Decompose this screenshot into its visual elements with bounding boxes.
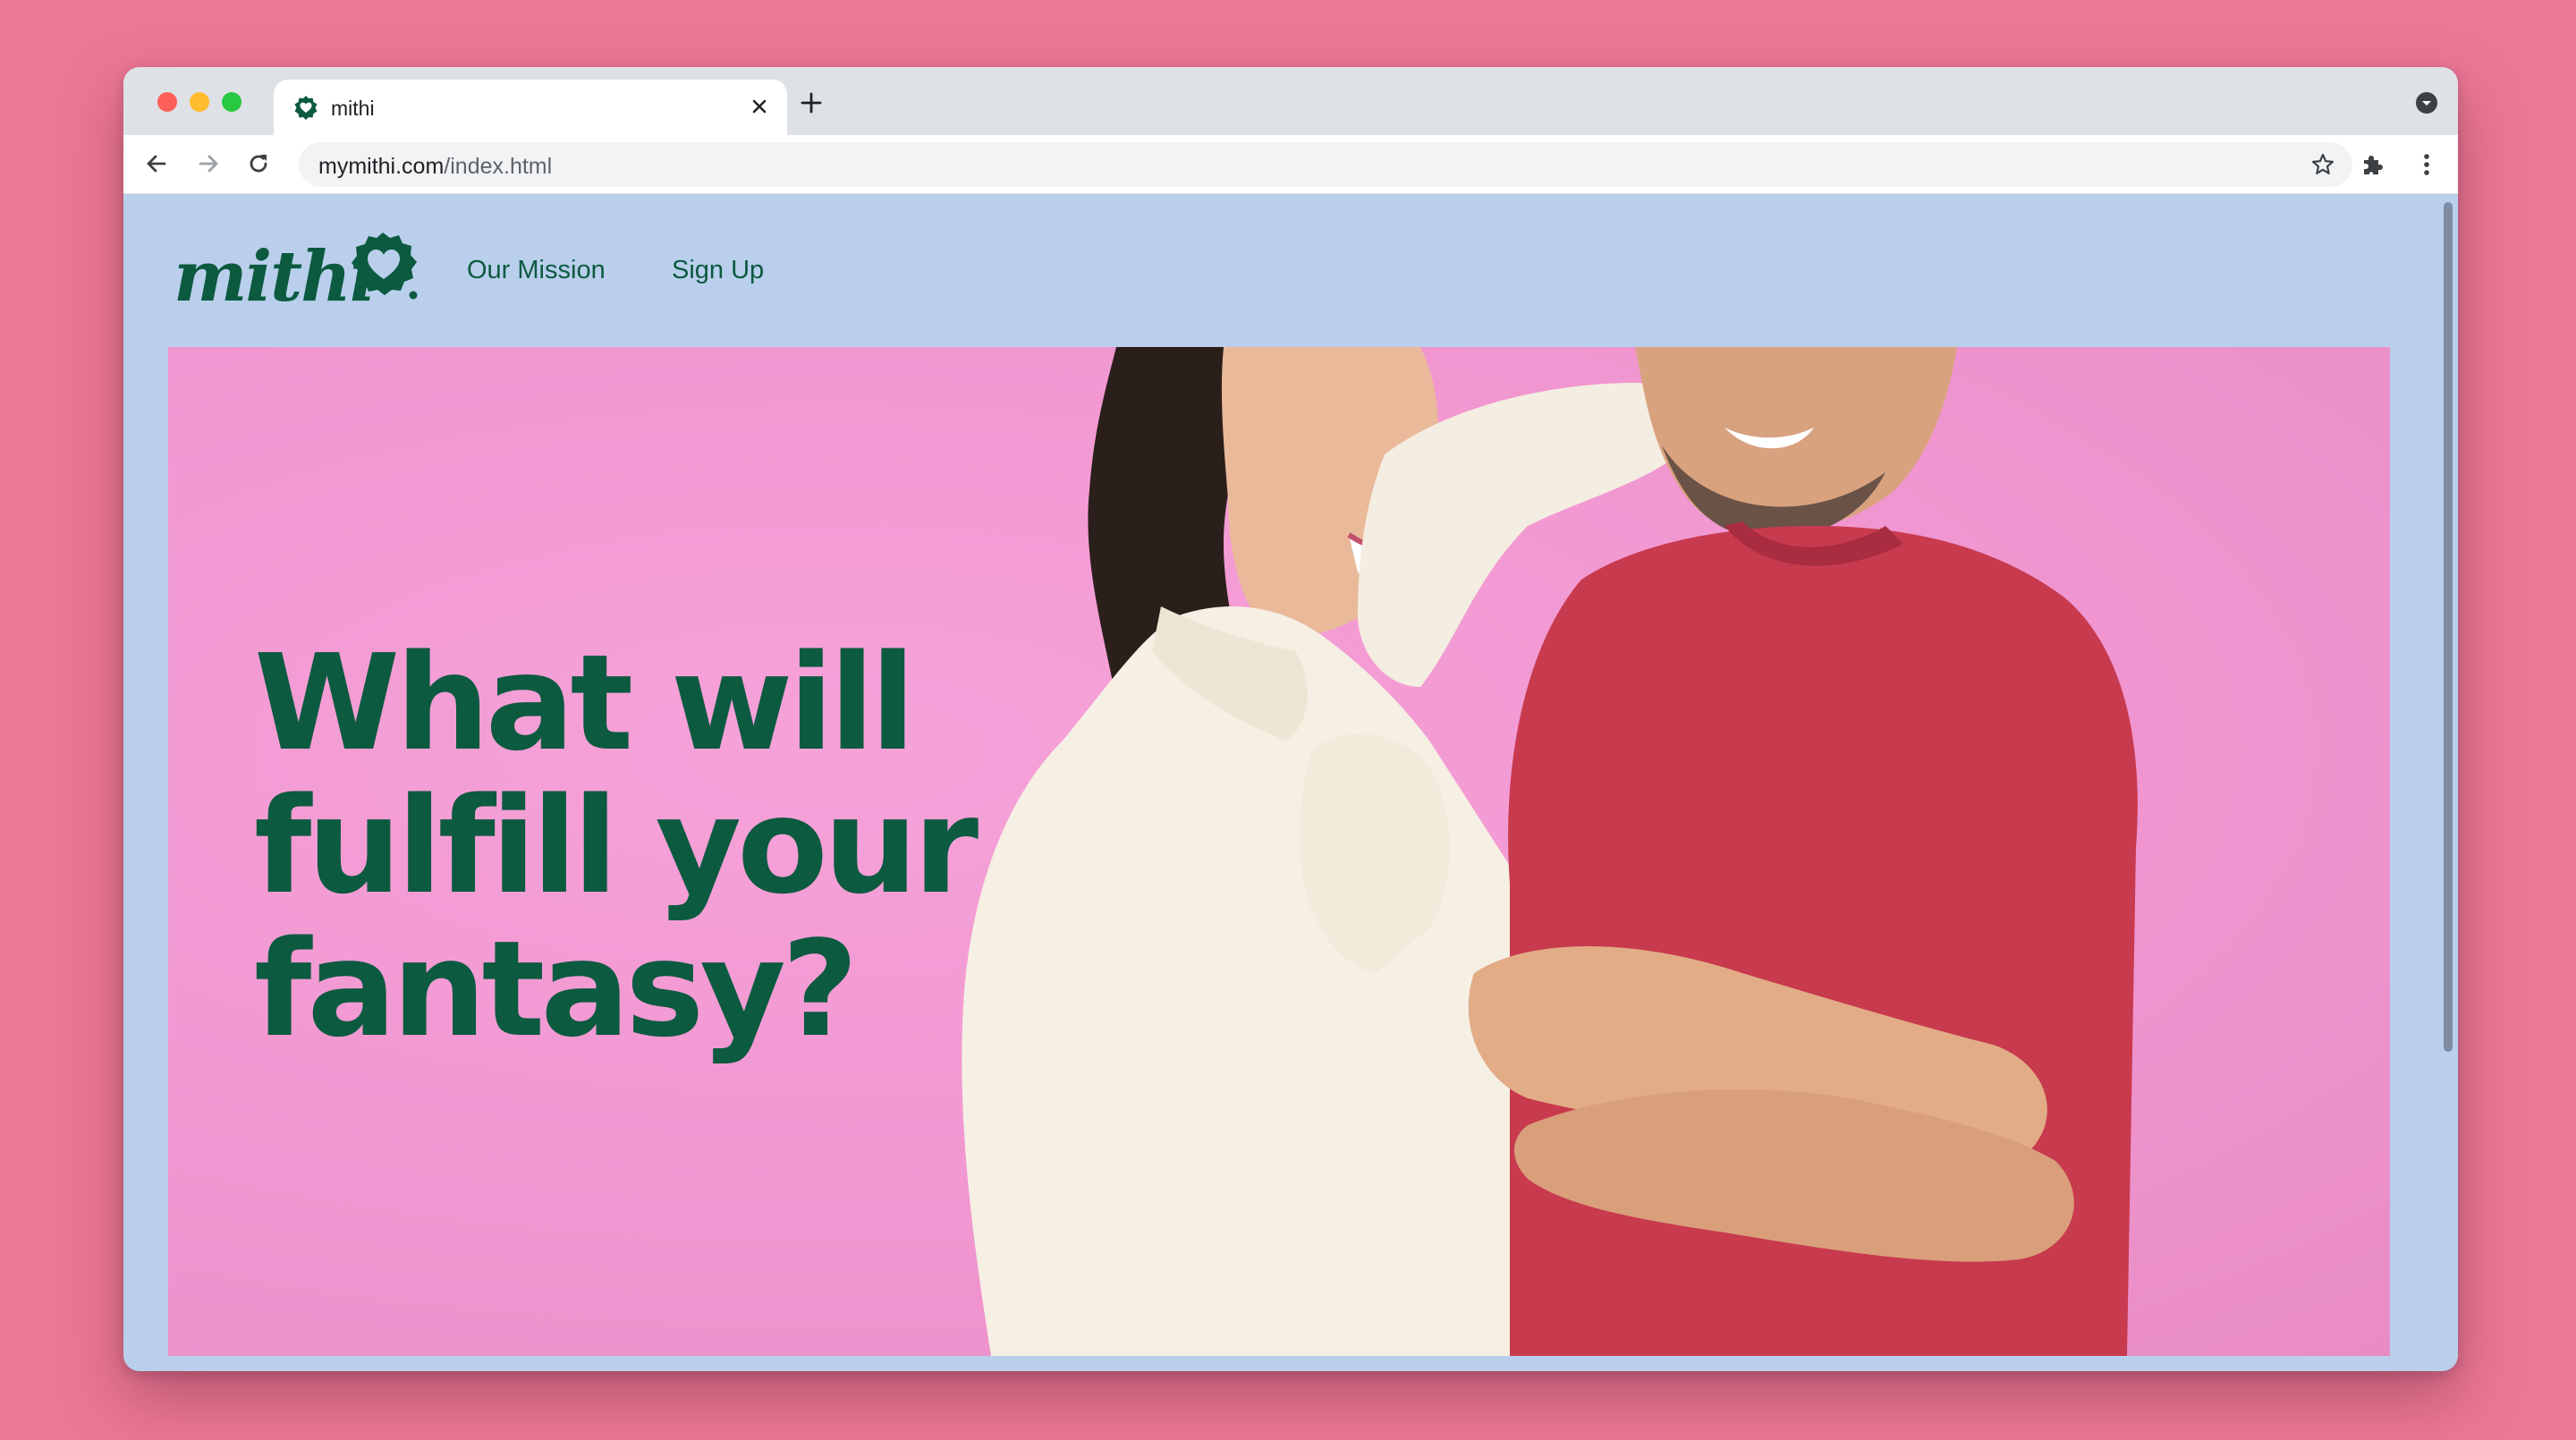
tab-mithi[interactable]: mithi [274, 80, 787, 135]
hero-banner: What will fulfill your fantasy? [168, 347, 2390, 1356]
star-icon[interactable] [2309, 151, 2336, 178]
heart-badge-icon [294, 96, 318, 120]
url-text[interactable]: mymithi.com/index.html [318, 154, 552, 180]
headline-line-1: What will [254, 626, 916, 780]
nav-sign-up[interactable]: Sign Up [672, 256, 764, 285]
site-logo[interactable]: mithi [174, 231, 424, 318]
kebab-menu-icon[interactable] [2411, 149, 2442, 180]
chevron-down-circle-icon[interactable] [2415, 91, 2438, 114]
logo-wordmark: mithi [174, 236, 377, 318]
nav-our-mission[interactable]: Our Mission [467, 256, 606, 285]
page-viewport: mithi Our Mission Sign Up What will fulf… [123, 195, 2458, 1371]
reload-icon[interactable] [243, 148, 274, 179]
headline-line-3: fantasy? [254, 912, 859, 1066]
headline-line-2: fulfill your [254, 769, 979, 923]
tab-title: mithi [331, 97, 375, 120]
minimize-window-button[interactable] [190, 92, 209, 112]
tab-strip: mithi [123, 67, 2458, 135]
zoom-window-button[interactable] [222, 92, 242, 112]
scrollbar[interactable] [2438, 195, 2458, 1371]
browser-window: mithi mymithi.com/index.html mithi Our M… [123, 67, 2458, 1371]
puzzle-icon[interactable] [2358, 149, 2388, 180]
hero-photo [962, 347, 2138, 1356]
arrow-right-icon[interactable] [193, 148, 224, 179]
hero-headline: What will fulfill your fantasy? [254, 631, 1059, 1061]
address-bar[interactable]: mymithi.com/index.html [299, 142, 2352, 187]
scrollbar-thumb[interactable] [2444, 202, 2453, 1052]
close-window-button[interactable] [157, 92, 177, 112]
close-icon[interactable] [746, 93, 773, 120]
plus-icon[interactable] [799, 90, 824, 115]
arrow-left-icon[interactable] [141, 148, 172, 179]
heart-badge-icon [352, 233, 418, 300]
browser-toolbar: mymithi.com/index.html [123, 135, 2458, 194]
